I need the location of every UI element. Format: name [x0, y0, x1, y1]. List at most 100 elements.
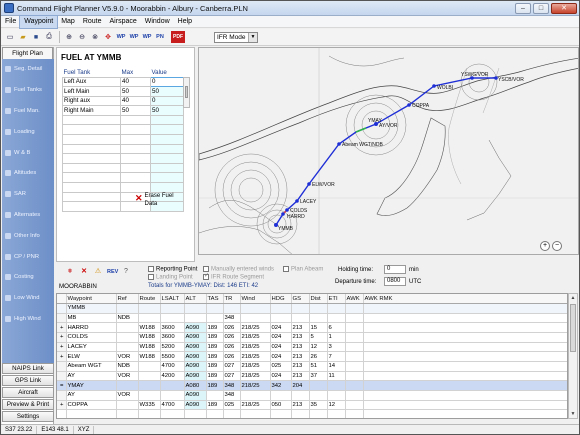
- route-cell[interactable]: A090: [184, 390, 207, 401]
- route-cell[interactable]: A090: [184, 371, 207, 382]
- route-cell[interactable]: NDB: [116, 313, 139, 324]
- mode-select[interactable]: IFR Mode ▼: [214, 31, 258, 43]
- route-col-header[interactable]: Dist: [309, 294, 328, 305]
- route-cell[interactable]: 189: [206, 371, 224, 382]
- route-direct-icon[interactable]: ✥: [102, 31, 114, 43]
- route-cell[interactable]: ELW: [66, 351, 117, 362]
- erase-fuel-button[interactable]: ✕ Erase Fuel Data: [135, 192, 175, 208]
- route-cell[interactable]: A090: [184, 342, 207, 353]
- menu-window[interactable]: Window: [141, 16, 174, 28]
- route-col-header[interactable]: GS: [291, 294, 310, 305]
- route-cell[interactable]: [345, 361, 364, 372]
- nav-flight-plan-tab[interactable]: Flight Plan: [2, 47, 53, 59]
- route-cell[interactable]: 189: [206, 400, 224, 411]
- route-cell[interactable]: [116, 409, 139, 418]
- route-cell[interactable]: [363, 342, 567, 353]
- route-cell[interactable]: 024: [270, 351, 292, 362]
- menu-file[interactable]: File: [1, 16, 20, 28]
- fuel-scroll-thumb[interactable]: [185, 86, 188, 98]
- fuel-row[interactable]: [62, 153, 184, 164]
- append-waypoint-icon[interactable]: WP: [128, 31, 140, 43]
- route-cell[interactable]: 213: [291, 332, 310, 343]
- fuel-row[interactable]: [62, 134, 184, 145]
- route-cell[interactable]: 218/25: [240, 400, 271, 411]
- route-cell[interactable]: 213: [291, 371, 310, 382]
- route-cell[interactable]: W188: [138, 332, 161, 343]
- route-cell[interactable]: [345, 313, 364, 324]
- route-cell[interactable]: 5500: [160, 351, 185, 362]
- route-cell[interactable]: [291, 313, 310, 324]
- route-cell[interactable]: [291, 390, 310, 401]
- route-cell[interactable]: [240, 390, 271, 401]
- gps-link-button[interactable]: GPS Link: [2, 375, 54, 386]
- manual-winds-checkbox[interactable]: Manually entered winds: [203, 266, 274, 273]
- route-cell[interactable]: [116, 303, 139, 314]
- zoom-extent-icon[interactable]: ⊗: [89, 31, 101, 43]
- route-cell[interactable]: [206, 303, 224, 314]
- route-cell[interactable]: 024: [270, 371, 292, 382]
- route-cell[interactable]: A080: [184, 380, 207, 391]
- route-cell[interactable]: 025: [223, 400, 241, 411]
- fuel-scrollbar[interactable]: [183, 77, 190, 108]
- route-cell[interactable]: [363, 313, 567, 324]
- route-cell[interactable]: [345, 303, 364, 314]
- route-row[interactable]: = YMAY A080 189 348 218/25 342 204: [57, 380, 567, 391]
- route-cell[interactable]: 213: [291, 342, 310, 353]
- route-cell[interactable]: 35: [309, 400, 328, 411]
- nav-item-alternates[interactable]: Alternates: [2, 205, 54, 226]
- route-cell[interactable]: 189: [206, 342, 224, 353]
- route-cell[interactable]: [160, 380, 185, 391]
- route-cell[interactable]: COPPA: [66, 400, 117, 411]
- route-cell[interactable]: [240, 313, 271, 324]
- route-col-header[interactable]: Waypoint: [66, 294, 117, 305]
- nav-item-altitudes[interactable]: Altitudes: [2, 163, 54, 184]
- route-cell[interactable]: [345, 332, 364, 343]
- fuel-value-cell[interactable]: 50: [150, 105, 184, 116]
- route-cell[interactable]: [138, 371, 161, 382]
- route-cell[interactable]: 189: [206, 361, 224, 372]
- route-cell[interactable]: 189: [206, 332, 224, 343]
- fuel-row[interactable]: Right Main 50 50: [62, 105, 184, 116]
- nav-item-seg-detail[interactable]: Seg. Detail: [2, 59, 54, 80]
- route-cell[interactable]: 218/25: [240, 380, 271, 391]
- nav-item-w-and-b[interactable]: W & B: [2, 142, 54, 163]
- route-col-header[interactable]: Ref: [116, 294, 139, 305]
- delete-waypoint-icon[interactable]: WP: [141, 31, 153, 43]
- route-cell[interactable]: [116, 332, 139, 343]
- route-cell[interactable]: [160, 390, 185, 401]
- route-cell[interactable]: [363, 409, 567, 418]
- route-col-header[interactable]: TAS: [206, 294, 224, 305]
- route-cell[interactable]: 12: [309, 342, 328, 353]
- route-col-header[interactable]: AWK RMK: [363, 294, 567, 305]
- menu-map[interactable]: Map: [57, 16, 79, 28]
- route-cell[interactable]: [223, 409, 241, 418]
- nav-item-fuel-tanks[interactable]: Fuel Tanks: [2, 80, 54, 101]
- route-cell[interactable]: [291, 409, 310, 418]
- route-cell[interactable]: 4200: [160, 371, 185, 382]
- route-cell[interactable]: 218/25: [240, 332, 271, 343]
- route-cell[interactable]: [309, 313, 328, 324]
- route-cell[interactable]: W188: [138, 322, 161, 334]
- route-cell[interactable]: VOR: [116, 351, 139, 362]
- route-cell[interactable]: [184, 303, 207, 314]
- save-icon[interactable]: ■: [30, 31, 42, 43]
- fuel-row[interactable]: [62, 172, 184, 184]
- menu-airspace[interactable]: Airspace: [106, 16, 141, 28]
- fuel-row[interactable]: [62, 114, 184, 126]
- route-cell[interactable]: A090: [184, 351, 207, 362]
- pdf-export-icon[interactable]: PDF: [171, 31, 185, 43]
- edit-waypoint-icon[interactable]: PN: [154, 31, 166, 43]
- new-file-icon[interactable]: ▭: [4, 31, 16, 43]
- route-cell[interactable]: 213: [291, 351, 310, 362]
- nav-item-high-wind[interactable]: High Wind: [2, 309, 54, 330]
- route-cell[interactable]: [327, 313, 346, 324]
- route-cell[interactable]: 348: [223, 313, 241, 324]
- route-cell[interactable]: 37: [309, 371, 328, 382]
- map-view[interactable]: YMMB HARRD COLDS LACEY ELW/VOR AY/VOR Ab…: [198, 47, 579, 255]
- route-cell[interactable]: 3600: [160, 322, 185, 334]
- route-col-header[interactable]: ALT: [184, 294, 207, 305]
- route-cell[interactable]: [57, 409, 67, 418]
- route-row[interactable]: AY VOR 4200 A090 189 027 218/25 024 213 37 11: [57, 371, 567, 382]
- route-cell[interactable]: [160, 303, 185, 314]
- route-row[interactable]: + LACEY W188 5200 A090 189 026 218/25 024 213 12 3: [57, 342, 567, 353]
